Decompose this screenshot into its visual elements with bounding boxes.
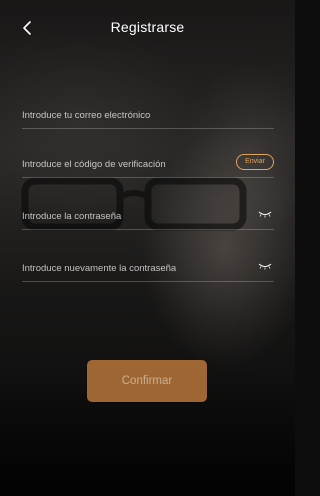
email-field-row	[22, 104, 274, 129]
password-field[interactable]	[22, 205, 222, 227]
verification-code-row: Enviar	[22, 153, 274, 178]
confirm-password-row	[22, 257, 274, 282]
eye-closed-icon[interactable]	[258, 262, 272, 270]
send-code-button[interactable]: Enviar	[236, 154, 274, 170]
verification-code-field[interactable]	[22, 153, 222, 175]
page-title: Registrarse	[110, 19, 185, 35]
eye-closed-icon[interactable]	[258, 210, 272, 218]
confirm-button[interactable]: Confirmar	[87, 360, 207, 402]
header: Registrarse	[0, 0, 295, 56]
confirm-password-field[interactable]	[22, 257, 222, 279]
background-overlay	[0, 0, 295, 496]
email-field[interactable]	[22, 104, 222, 126]
password-row	[22, 205, 274, 230]
register-screen: Registrarse Enviar Confirmar	[0, 0, 295, 496]
